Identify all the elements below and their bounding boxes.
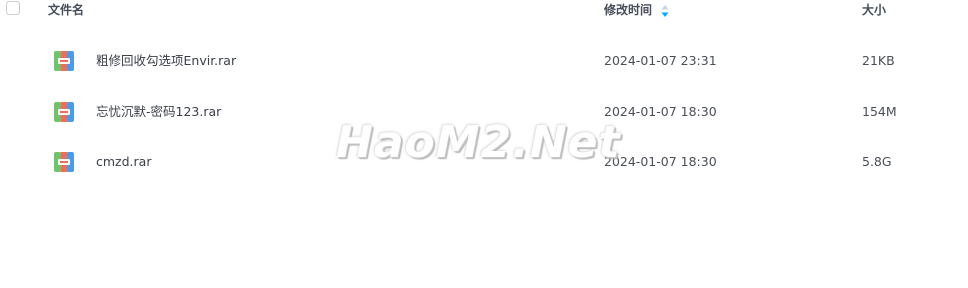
rar-archive-icon <box>54 152 74 172</box>
file-name[interactable]: 忘忧沉默-密码123.rar <box>96 104 221 120</box>
file-modified-time: 2024-01-07 18:30 <box>604 154 717 169</box>
file-row[interactable]: 粗修回收勾选项Envir.rar 2024-01-07 23:31 21KB <box>0 36 968 86</box>
column-header-modified[interactable]: 修改时间 <box>604 3 652 17</box>
file-list-page: 文件名 修改时间 大小 粗修回收勾选项Envir.rar 2024-01-07 … <box>0 0 968 288</box>
file-list-header: 文件名 修改时间 大小 <box>0 0 968 24</box>
file-row[interactable]: 忘忧沉默-密码123.rar 2024-01-07 18:30 154M <box>0 87 968 137</box>
file-modified-time: 2024-01-07 18:30 <box>604 104 717 119</box>
file-size: 5.8G <box>862 154 892 169</box>
column-header-size[interactable]: 大小 <box>862 3 886 17</box>
file-row[interactable]: cmzd.rar 2024-01-07 18:30 5.8G <box>0 137 968 187</box>
rar-archive-icon <box>54 51 74 71</box>
column-header-name[interactable]: 文件名 <box>48 3 84 17</box>
sort-arrows-icon[interactable] <box>661 4 669 18</box>
select-all-checkbox[interactable] <box>6 1 20 15</box>
file-name[interactable]: 粗修回收勾选项Envir.rar <box>96 53 236 69</box>
file-size: 21KB <box>862 53 895 68</box>
file-size: 154M <box>862 104 897 119</box>
rar-archive-icon <box>54 102 74 122</box>
file-name[interactable]: cmzd.rar <box>96 154 151 170</box>
file-modified-time: 2024-01-07 23:31 <box>604 53 717 68</box>
